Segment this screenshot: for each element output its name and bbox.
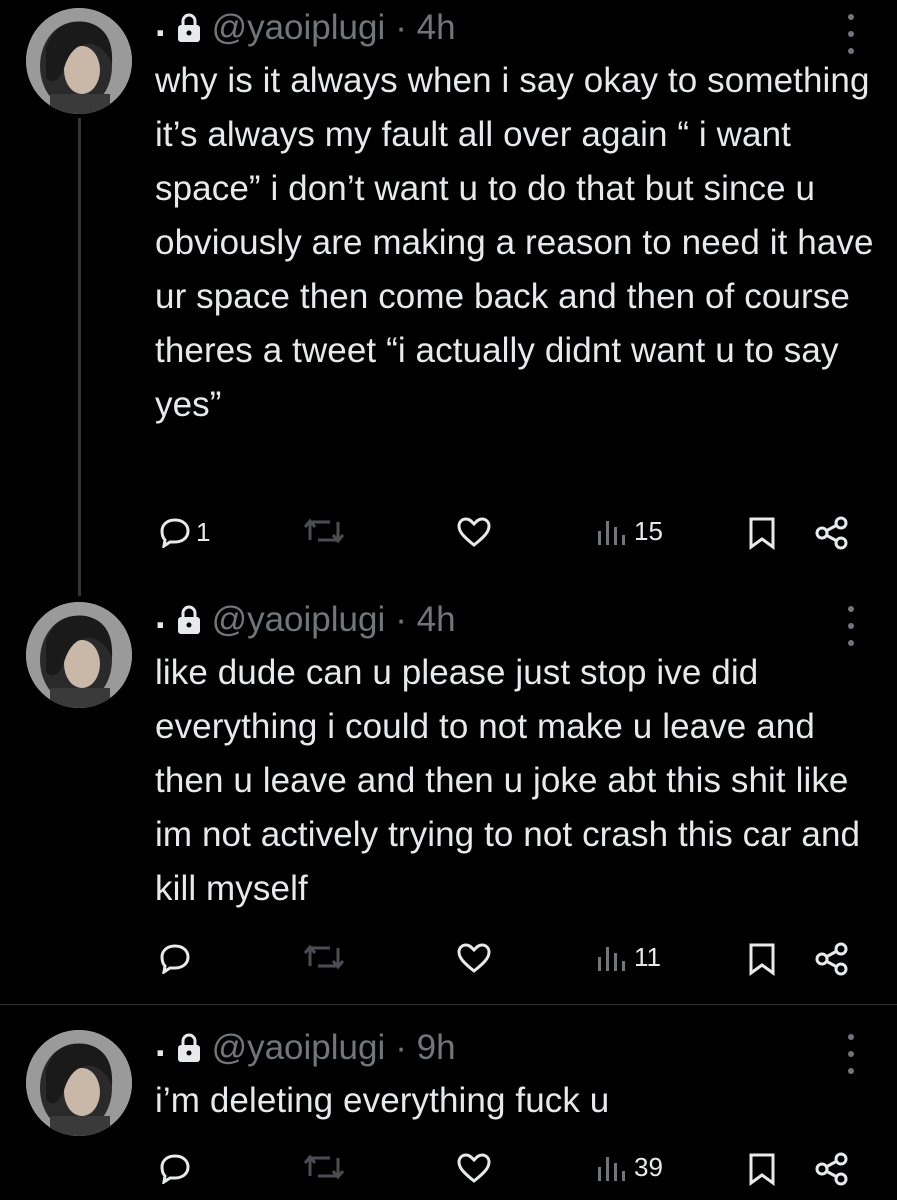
- reply-button[interactable]: [158, 1152, 196, 1184]
- lock-icon: [176, 605, 202, 635]
- retweet-icon: [303, 944, 345, 970]
- user-handle[interactable]: @yaoiplugi: [212, 600, 386, 640]
- views-icon: [598, 520, 625, 545]
- tweet-header: . @yaoiplugi · 4h: [155, 597, 456, 642]
- like-button[interactable]: [456, 516, 492, 548]
- like-icon: [457, 517, 491, 547]
- lock-icon: [176, 1033, 202, 1063]
- reply-icon: [160, 518, 190, 548]
- tweet-2[interactable]: . @yaoiplugi · 4h like dude can u please…: [0, 596, 897, 1006]
- tweet-text: i’m deleting everything fuck u: [155, 1081, 610, 1120]
- tweet-3[interactable]: . @yaoiplugi · 9h i’m deleting everythin…: [0, 1022, 897, 1200]
- timestamp[interactable]: · 4h: [395, 600, 455, 640]
- share-button[interactable]: [814, 516, 850, 550]
- retweet-icon: [303, 1154, 345, 1180]
- views-count: 15: [634, 516, 663, 546]
- views-button[interactable]: 15: [596, 516, 663, 547]
- tweet-actions: 11: [0, 942, 897, 982]
- bookmark-icon: [749, 1153, 775, 1186]
- bookmark-icon: [749, 517, 775, 550]
- retweet-icon: [303, 518, 345, 544]
- share-icon: [815, 516, 848, 550]
- views-button[interactable]: 39: [596, 1152, 663, 1183]
- reply-icon: [160, 1154, 190, 1184]
- reply-count: 1: [196, 516, 211, 547]
- share-button[interactable]: [814, 942, 850, 976]
- retweet-button[interactable]: [302, 1152, 346, 1182]
- tweet-text: why is it always when i say okay to some…: [155, 61, 884, 424]
- timestamp[interactable]: · 4h: [395, 8, 455, 48]
- reply-button[interactable]: [158, 942, 196, 974]
- more-options-icon[interactable]: [841, 14, 861, 54]
- display-name[interactable]: .: [155, 1025, 166, 1063]
- display-name[interactable]: .: [155, 597, 166, 635]
- views-icon: [598, 1156, 625, 1181]
- display-name[interactable]: .: [155, 5, 166, 43]
- share-button[interactable]: [814, 1152, 850, 1186]
- tweet-actions: 39: [0, 1152, 897, 1192]
- retweet-button[interactable]: [302, 516, 346, 546]
- avatar[interactable]: [26, 602, 132, 708]
- tweet-actions: 1 15: [0, 516, 897, 556]
- user-handle[interactable]: @yaoiplugi: [212, 8, 386, 48]
- like-button[interactable]: [456, 942, 492, 974]
- bookmark-button[interactable]: [748, 942, 776, 976]
- tweet-header: . @yaoiplugi · 9h: [155, 1025, 456, 1070]
- like-button[interactable]: [456, 1152, 492, 1184]
- bookmark-button[interactable]: [748, 1152, 776, 1186]
- avatar[interactable]: [26, 8, 132, 114]
- tweet-divider: [0, 1004, 897, 1005]
- tweet-text: like dude can u please just stop ive did…: [155, 653, 870, 908]
- timestamp[interactable]: · 9h: [395, 1028, 455, 1068]
- views-icon: [598, 946, 625, 971]
- views-count: 39: [634, 1152, 663, 1182]
- like-icon: [457, 943, 491, 973]
- share-icon: [815, 1152, 848, 1186]
- like-icon: [457, 1153, 491, 1183]
- reply-button[interactable]: 1: [158, 516, 210, 548]
- tweet-header: . @yaoiplugi · 4h: [155, 5, 456, 50]
- bookmark-button[interactable]: [748, 516, 776, 550]
- reply-icon: [160, 944, 190, 974]
- more-options-icon[interactable]: [841, 606, 861, 646]
- retweet-button[interactable]: [302, 942, 346, 972]
- bookmark-icon: [749, 943, 775, 976]
- share-icon: [815, 942, 848, 976]
- views-count: 11: [634, 942, 661, 972]
- more-options-icon[interactable]: [841, 1034, 861, 1074]
- lock-icon: [176, 13, 202, 43]
- avatar[interactable]: [26, 1030, 132, 1136]
- views-button[interactable]: 11: [596, 942, 661, 973]
- user-handle[interactable]: @yaoiplugi: [212, 1028, 386, 1068]
- tweet-1[interactable]: . @yaoiplugi · 4h why is it always when …: [0, 0, 897, 600]
